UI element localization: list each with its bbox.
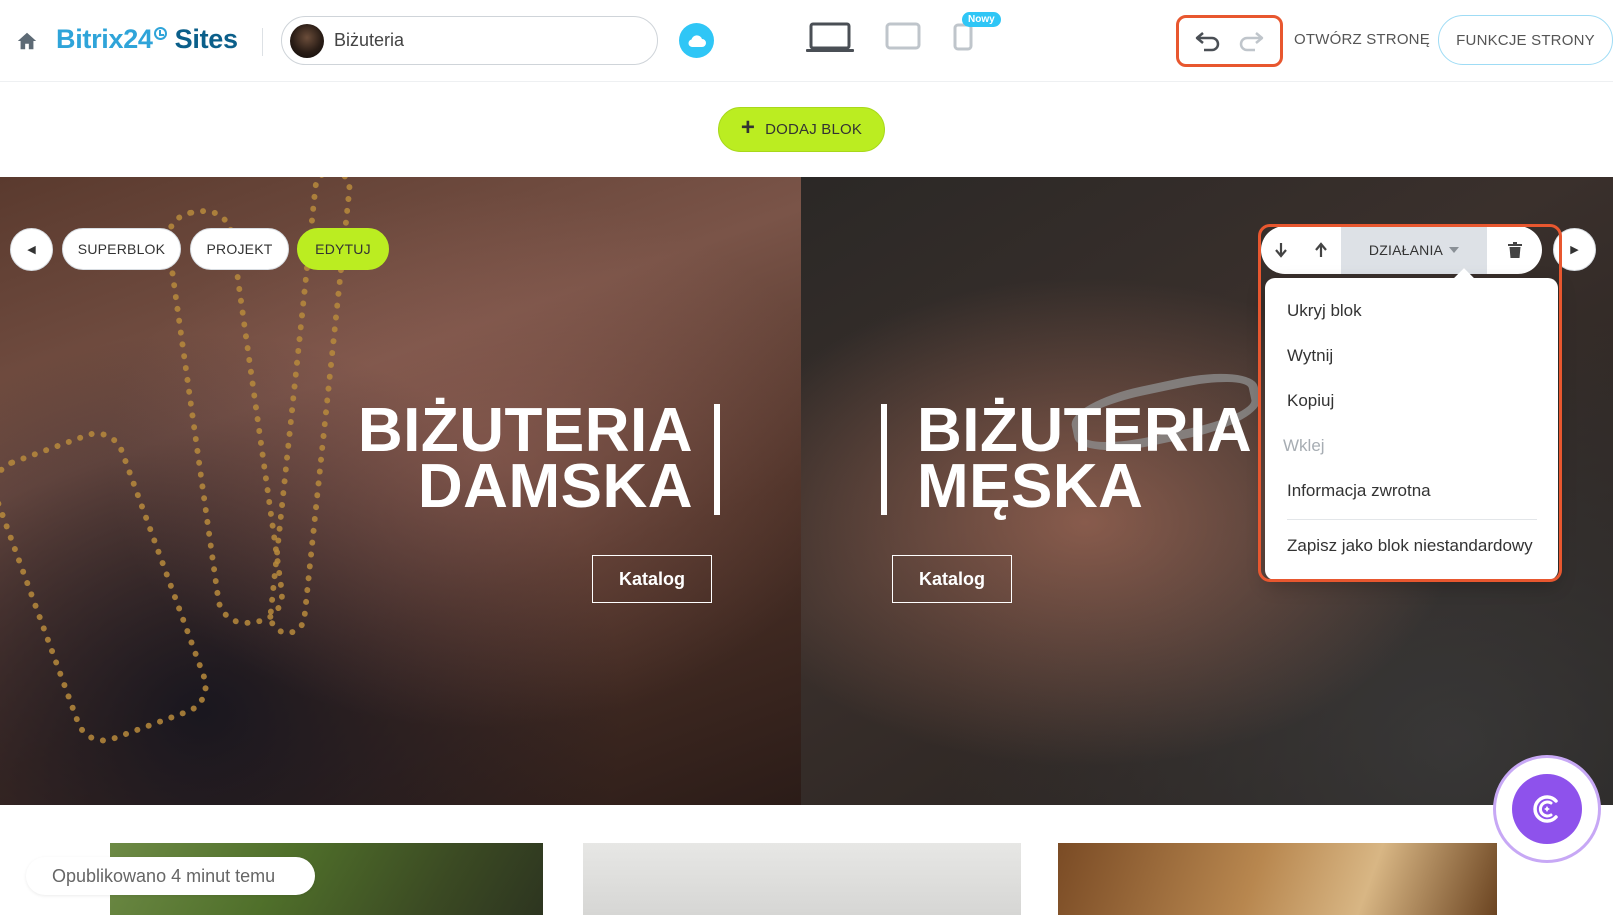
actions-label: DZIAŁANIA — [1368, 242, 1444, 258]
open-page-link[interactable]: OTWÓRZ STRONĘ — [1294, 31, 1430, 48]
logo-brand: Bitrix24 — [56, 24, 153, 54]
previous-block-button[interactable]: ◀ — [10, 228, 53, 271]
top-bar: Bitrix24 Sites Biżuteria Nowy OTWÓRZ STR… — [0, 0, 1613, 82]
caret-left-icon: ◀ — [27, 244, 36, 256]
new-badge: Nowy — [962, 12, 1001, 27]
menu-divider — [1287, 519, 1537, 520]
site-name: Biżuteria — [334, 30, 405, 50]
title-line: MĘSKA — [917, 452, 1144, 521]
edit-button[interactable]: EDYTUJ — [297, 228, 389, 270]
add-block-label: DODAJ BLOK — [765, 121, 863, 138]
cloud-icon — [688, 34, 706, 47]
title-divider — [714, 404, 720, 515]
desktop-view-icon[interactable] — [805, 22, 855, 54]
block-actions-panel: DZIAŁANIA — [1261, 226, 1542, 274]
thumbnail-image — [583, 843, 1021, 915]
move-up-button[interactable] — [1301, 226, 1341, 274]
logo-product: Sites — [174, 24, 238, 54]
copilot-button[interactable] — [1493, 755, 1601, 863]
hero-block: BIŻUTERIA DAMSKA Katalog BIŻUTERIA MĘSKA… — [0, 177, 1613, 805]
site-selector[interactable]: Biżuteria — [281, 16, 658, 65]
arrow-up-icon — [1315, 242, 1327, 257]
tablet-view-icon[interactable] — [885, 22, 921, 50]
hero-title-men: BIŻUTERIA MĘSKA — [917, 396, 1253, 521]
caret-right-icon: ▶ — [1570, 244, 1579, 256]
page-functions-button[interactable]: FUNKCJE STRONY — [1438, 15, 1613, 65]
home-icon[interactable] — [16, 30, 38, 52]
title-line: BIŻUTERIA — [357, 396, 693, 465]
divider — [262, 28, 263, 56]
chain-decoration — [0, 422, 218, 752]
actions-menu: Ukryj blok Wytnij Kopiuj Wklej Informacj… — [1265, 278, 1558, 580]
menu-item-copy[interactable]: Kopiuj — [1287, 391, 1334, 411]
delete-block-button[interactable] — [1487, 226, 1542, 274]
menu-item-hide-block[interactable]: Ukryj blok — [1287, 301, 1362, 321]
redo-icon[interactable] — [1237, 30, 1265, 52]
bitrix24-sites-logo[interactable]: Bitrix24 Sites — [56, 24, 238, 55]
clock-icon — [153, 27, 167, 40]
title-divider — [881, 404, 887, 515]
menu-item-save-custom-block[interactable]: Zapisz jako blok niestandardowy — [1287, 536, 1533, 556]
plus-icon: + — [740, 114, 756, 141]
undo-icon[interactable] — [1194, 30, 1222, 52]
hero-title-women: BIŻUTERIA DAMSKA — [357, 396, 693, 521]
catalog-button-men[interactable]: Katalog — [892, 555, 1012, 603]
copilot-icon — [1512, 774, 1582, 844]
arrow-down-icon — [1275, 243, 1287, 258]
superblock-button[interactable]: SUPERBLOK — [62, 228, 181, 270]
publish-status: Opublikowano 4 minut temu — [26, 857, 315, 895]
undo-redo-group — [1176, 15, 1283, 67]
menu-item-cut[interactable]: Wytnij — [1287, 346, 1333, 366]
menu-item-paste: Wklej — [1283, 436, 1325, 455]
next-block-button[interactable]: ▶ — [1553, 228, 1596, 271]
trash-icon — [1507, 242, 1522, 258]
title-line: BIŻUTERIA — [917, 396, 1253, 465]
thumbnail-image — [1058, 843, 1497, 915]
menu-item-feedback[interactable]: Informacja zwrotna — [1287, 481, 1431, 501]
chevron-down-icon — [1449, 247, 1460, 253]
title-line: DAMSKA — [417, 452, 693, 521]
next-block-preview: Opublikowano 4 minut temu — [0, 805, 1613, 915]
add-block-button[interactable]: + DODAJ BLOK — [718, 107, 885, 152]
mobile-view-icon[interactable] — [953, 23, 973, 51]
move-down-button[interactable] — [1261, 226, 1301, 274]
site-avatar — [290, 23, 324, 58]
cloud-save-button[interactable] — [679, 23, 714, 58]
design-button[interactable]: PROJEKT — [190, 228, 289, 270]
actions-dropdown-button[interactable]: DZIAŁANIA — [1341, 226, 1487, 274]
catalog-button-women[interactable]: Katalog — [592, 555, 712, 603]
